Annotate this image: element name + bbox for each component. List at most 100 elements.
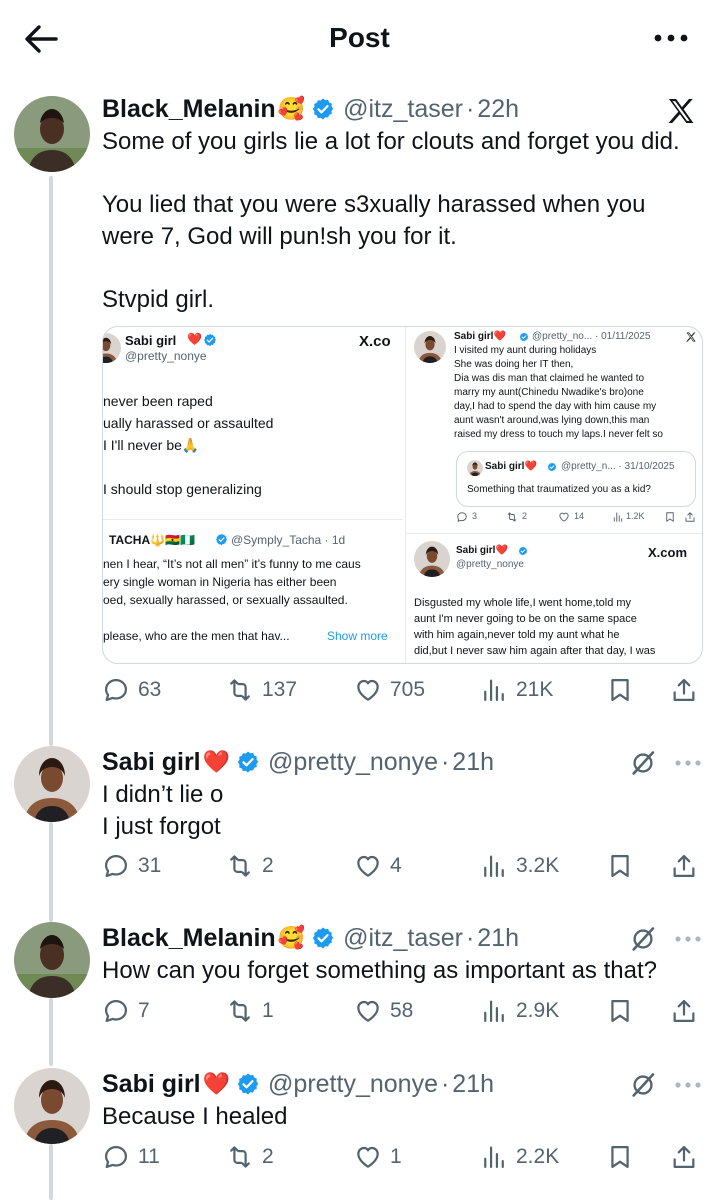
reply-button[interactable]: 11 — [102, 1143, 160, 1171]
repost-button[interactable]: 2 — [226, 1143, 274, 1171]
repost-count: 2 — [262, 1145, 274, 1168]
embed-text-line: with him again,never told my aunt what h… — [414, 629, 620, 641]
post-time[interactable]: 21h — [452, 748, 494, 777]
embed-heart-emoji: ❤️ — [187, 332, 202, 346]
views-icon — [480, 676, 508, 704]
embed-author: Sabi girl❤️ — [454, 331, 506, 342]
like-button[interactable]: 705 — [354, 676, 425, 704]
embed-quote-handle: @Symply_Tacha · 1d — [231, 533, 346, 547]
repost-button[interactable]: 2 — [226, 852, 274, 880]
embed-text-line: aunt I'm never going to be on the same s… — [414, 613, 637, 625]
grok-icon[interactable] — [629, 749, 657, 777]
top-bar: Post — [0, 0, 719, 78]
repost-icon — [226, 1143, 254, 1171]
embed-avatar — [414, 541, 450, 577]
views-icon — [480, 997, 508, 1025]
bookmark-button[interactable] — [606, 1143, 634, 1171]
views-button[interactable]: 2.9K — [480, 997, 559, 1025]
share-icon — [670, 676, 698, 704]
avatar-image — [14, 96, 90, 172]
bookmark-button[interactable] — [606, 852, 634, 880]
embed-text-line: Dia was dis man that claimed he wanted t… — [454, 373, 645, 384]
post-time[interactable]: 21h — [477, 924, 519, 953]
avatar[interactable] — [14, 922, 90, 998]
share-button[interactable] — [670, 852, 698, 880]
avatar[interactable] — [14, 96, 90, 172]
embed-avatar — [414, 331, 446, 363]
more-options-icon[interactable] — [673, 1080, 703, 1090]
heart-icon — [558, 511, 570, 523]
verified-badge-icon — [518, 546, 528, 556]
avatar-image — [14, 746, 90, 822]
like-button[interactable]: 58 — [354, 997, 413, 1025]
bookmark-button[interactable] — [606, 676, 634, 704]
embed-text-line: I should stop generalizing — [103, 481, 262, 497]
bookmark-icon — [606, 1143, 634, 1171]
post-actions: 7 1 58 2.9K — [102, 997, 704, 1029]
embed-text-line: day,I had to spend the day with him caus… — [454, 401, 657, 412]
post-author-row: Sabi girl ❤️ @pretty_nonye · 21h — [102, 746, 494, 778]
share-icon — [684, 511, 696, 523]
x-logo-icon — [665, 95, 697, 127]
like-count: 1 — [390, 1145, 402, 1168]
embed-text-line: ually harassed or assaulted — [103, 415, 274, 431]
page-title: Post — [329, 22, 390, 53]
like-button[interactable]: 1 — [354, 1143, 402, 1171]
bookmark-button[interactable] — [606, 997, 634, 1025]
embed-divider — [103, 519, 403, 520]
author-name[interactable]: Sabi girl — [102, 1070, 201, 1099]
verified-badge-icon — [547, 462, 557, 472]
repost-icon — [226, 676, 254, 704]
reply-icon — [102, 852, 130, 880]
author-handle[interactable]: @itz_taser — [343, 924, 463, 953]
embed-quote-line: nen I hear, “It’s not all men” it’s funn… — [103, 557, 361, 571]
embed-text-line: did,but I never saw him again after that… — [414, 645, 656, 657]
more-options-icon[interactable] — [673, 934, 703, 944]
repost-button[interactable]: 137 — [226, 676, 297, 704]
author-handle[interactable]: @pretty_nonye — [268, 1070, 438, 1099]
reply-button[interactable]: 63 — [102, 676, 161, 704]
post-time[interactable]: 22h — [477, 95, 519, 124]
views-button[interactable]: 2.2K — [480, 1143, 559, 1171]
thread-connector — [49, 176, 53, 746]
author-handle[interactable]: @pretty_nonye — [268, 748, 438, 777]
embed-left-screenshot: Sabi girl ❤️ @pretty_nonye X.co never be… — [103, 327, 403, 663]
share-icon — [670, 1143, 698, 1171]
embed-text-line: She was doing her IT then, — [454, 359, 574, 370]
verified-badge-icon — [311, 926, 335, 950]
views-button[interactable]: 21K — [480, 676, 553, 704]
embed-quote-line: please, who are the men that hav... — [103, 629, 290, 643]
post-time[interactable]: 21h — [452, 1070, 494, 1099]
avatar-image — [14, 922, 90, 998]
heart-icon — [354, 676, 382, 704]
more-options-icon[interactable] — [673, 758, 703, 768]
author-name[interactable]: Black_Melanin — [102, 95, 276, 124]
views-button[interactable]: 3.2K — [480, 852, 559, 880]
post-image[interactable]: Sabi girl ❤️ @pretty_nonye X.co never be… — [102, 326, 703, 664]
embed-repost-count: 2 — [522, 511, 528, 521]
post-text: Because I healed — [102, 1103, 288, 1130]
avatar[interactable] — [14, 746, 90, 822]
avatar[interactable] — [14, 1068, 90, 1144]
more-options-icon[interactable] — [651, 26, 691, 50]
view-count: 3.2K — [516, 854, 560, 877]
author-handle[interactable]: @itz_taser — [343, 95, 463, 124]
post-author-row: Black_Melanin 🥰 @itz_taser · 21h — [102, 922, 519, 954]
like-button[interactable]: 4 — [354, 852, 402, 880]
thread-connector — [49, 822, 53, 922]
repost-count: 137 — [262, 678, 298, 701]
embed-handle: @pretty_nonye — [456, 559, 524, 570]
grok-icon[interactable] — [629, 1071, 657, 1099]
reply-button[interactable]: 7 — [102, 997, 150, 1025]
repost-button[interactable]: 1 — [226, 997, 274, 1025]
share-button[interactable] — [670, 676, 698, 704]
reply-button[interactable]: 31 — [102, 852, 161, 880]
bookmark-icon — [664, 511, 676, 523]
like-count: 705 — [390, 678, 426, 701]
share-button[interactable] — [670, 997, 698, 1025]
author-name[interactable]: Black_Melanin — [102, 924, 276, 953]
author-emoji: 🥰 — [277, 96, 306, 121]
author-name[interactable]: Sabi girl — [102, 748, 201, 777]
share-button[interactable] — [670, 1143, 698, 1171]
grok-icon[interactable] — [629, 925, 657, 953]
